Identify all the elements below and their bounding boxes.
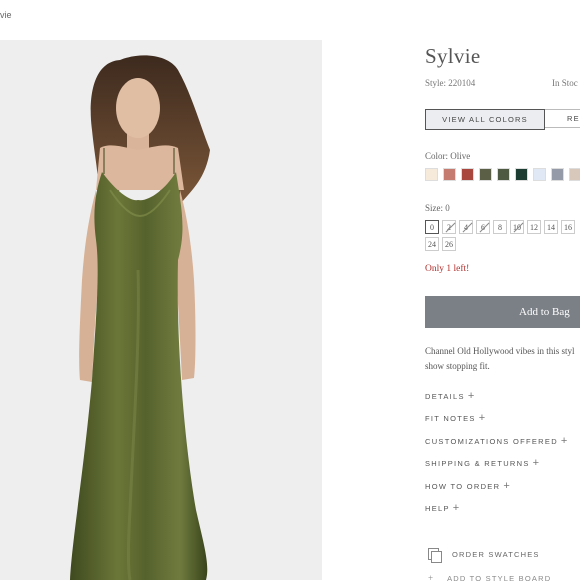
- swatch-rose[interactable]: [443, 168, 456, 181]
- accordion-label: HOW TO ORDER: [425, 482, 501, 491]
- low-stock-alert: Only 1 left!: [425, 264, 470, 274]
- style-board-label: ADD TO STYLE BOARD: [447, 573, 552, 583]
- accordion-how-to-order[interactable]: HOW TO ORDER +: [425, 480, 510, 492]
- size-option-2[interactable]: 2: [442, 220, 456, 234]
- size-option-24[interactable]: 24: [425, 237, 439, 251]
- size-option-10[interactable]: 10: [510, 220, 524, 234]
- accordion-shipping-returns[interactable]: SHIPPING & RETURNS +: [425, 457, 539, 469]
- accordion-label: CUSTOMIZATIONS OFFERED: [425, 437, 558, 446]
- view-toggle-group: VIEW ALL COLORS RE: [425, 109, 580, 130]
- order-swatches-label: ORDER SWATCHES: [452, 550, 540, 559]
- model-photo: [0, 40, 322, 580]
- color-label: Color: Olive: [425, 151, 471, 161]
- plus-icon: +: [467, 390, 475, 402]
- swatch-sky[interactable]: [533, 168, 546, 181]
- size-option-4[interactable]: 4: [459, 220, 473, 234]
- size-option-26[interactable]: 26: [442, 237, 456, 251]
- order-swatches-link[interactable]: ORDER SWATCHES: [428, 548, 540, 563]
- plus-icon: +: [452, 502, 460, 514]
- size-option-6[interactable]: 6: [476, 220, 490, 234]
- size-option-12[interactable]: 12: [527, 220, 541, 234]
- accordion-label: SHIPPING & RETURNS: [425, 459, 530, 468]
- plus-icon: +: [560, 435, 568, 447]
- size-option-0[interactable]: 0: [425, 220, 439, 234]
- accordion-details[interactable]: DETAILS +: [425, 390, 474, 402]
- secondary-view-button[interactable]: RE: [545, 109, 580, 128]
- plus-icon: +: [478, 412, 486, 424]
- swatch-olive[interactable]: [479, 168, 492, 181]
- accordion-label: HELP: [425, 504, 450, 513]
- style-number: Style: 220104: [425, 78, 476, 88]
- add-to-bag-button[interactable]: Add to Bag: [425, 296, 580, 328]
- description-line: Channel Old Hollywood vibes in this styl: [425, 346, 575, 356]
- product-description: Channel Old Hollywood vibes in this styl…: [425, 344, 580, 374]
- color-swatches: [425, 168, 580, 181]
- accordion-fit-notes[interactable]: FIT NOTES +: [425, 412, 485, 424]
- stock-status: In Stoc: [552, 78, 578, 88]
- plus-icon: +: [503, 480, 510, 492]
- size-option-8[interactable]: 8: [493, 220, 507, 234]
- product-image[interactable]: [0, 40, 322, 580]
- swatch-taupe[interactable]: [569, 168, 580, 181]
- view-all-colors-button[interactable]: VIEW ALL COLORS: [425, 109, 545, 130]
- add-to-style-board-link[interactable]: + ADD TO STYLE BOARD: [428, 573, 551, 583]
- swatch-stack-icon: [428, 548, 442, 563]
- accordion-label: DETAILS: [425, 392, 465, 401]
- swatch-slate[interactable]: [551, 168, 564, 181]
- swatch-moss[interactable]: [497, 168, 510, 181]
- size-option-14[interactable]: 14: [544, 220, 558, 234]
- swatch-ivory[interactable]: [425, 168, 438, 181]
- accordion-label: FIT NOTES: [425, 414, 476, 423]
- accordion-help[interactable]: HELP +: [425, 502, 459, 514]
- breadcrumb[interactable]: vie: [0, 10, 12, 20]
- description-line: show stopping fit.: [425, 361, 490, 371]
- size-option-16[interactable]: 16: [561, 220, 575, 234]
- size-label: Size: 0: [425, 203, 450, 213]
- swatch-emerald[interactable]: [515, 168, 528, 181]
- product-title: Sylvie: [425, 44, 481, 68]
- plus-icon: +: [532, 457, 540, 469]
- accordion-customizations-offered[interactable]: CUSTOMIZATIONS OFFERED +: [425, 435, 567, 447]
- plus-icon: +: [428, 573, 434, 583]
- swatch-rust[interactable]: [461, 168, 474, 181]
- size-options: 0 2 4 6 8 10 12 14 16 24 26: [425, 220, 580, 251]
